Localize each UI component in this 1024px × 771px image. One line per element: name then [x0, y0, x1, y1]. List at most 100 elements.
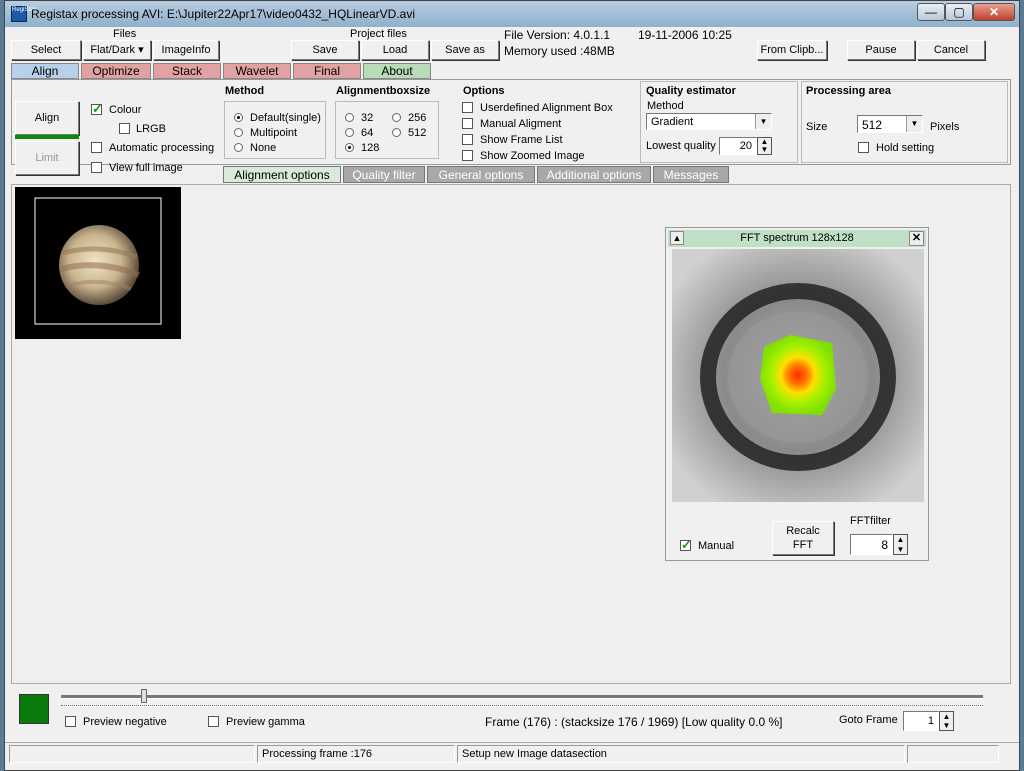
processing-area-title: Processing area [806, 85, 891, 97]
minimize-button[interactable]: — [917, 3, 945, 21]
fft-filter-label: FFTfilter [850, 515, 891, 527]
frame-slider-thumb[interactable] [140, 689, 147, 703]
alignbox-radio-64[interactable] [345, 128, 354, 137]
slider-ticks [61, 705, 983, 707]
lrgb-checkbox[interactable] [119, 123, 130, 134]
main-window: RegiStax Registax processing AVI: E:\Jup… [4, 0, 1020, 771]
subtab-alignment-options[interactable]: Alignment options [223, 166, 341, 183]
alignbox-radio-32[interactable] [345, 113, 354, 122]
automatic-processing-checkbox[interactable] [91, 142, 102, 153]
fft-title-bar[interactable]: ▲ FFT spectrum 128x128 ✕ [668, 230, 926, 247]
method-title: Method [225, 85, 265, 97]
pause-button[interactable]: Pause [847, 40, 915, 60]
alignbox-radio-128[interactable] [345, 143, 354, 152]
window-title: Registax processing AVI: E:\Jupiter22Apr… [31, 7, 415, 21]
size-value: 512 [862, 118, 883, 132]
lowest-quality-spinner[interactable]: ▲ ▼ [757, 137, 772, 155]
alignbox-title: Alignmentboxsize [336, 85, 431, 97]
flatdark-dropdown-button[interactable]: Flat/Dark ▾ [83, 40, 151, 60]
hold-setting-checkbox[interactable] [858, 142, 869, 153]
subtab-additional-options[interactable]: Additional options [537, 166, 651, 183]
tab-stack[interactable]: Stack [153, 63, 221, 79]
tab-optimize[interactable]: Optimize [81, 63, 151, 79]
colour-label: Colour [109, 104, 142, 116]
show-zoomed-image-checkbox[interactable] [462, 150, 473, 161]
method-option-multipoint: Multipoint [250, 127, 298, 139]
files-group-label: Files [113, 28, 137, 40]
quality-method-select[interactable]: Gradient ▼ [646, 113, 772, 130]
tab-align[interactable]: Align [11, 63, 79, 79]
tab-final[interactable]: Final [293, 63, 361, 79]
fft-spectrum-image [672, 249, 924, 502]
goto-frame-input[interactable]: 1 [903, 711, 939, 731]
chevron-down-icon[interactable]: ▼ [906, 116, 922, 132]
imageinfo-button[interactable]: ImageInfo [153, 40, 219, 60]
file-date-text: 19-11-2006 10:25 [638, 28, 732, 42]
alignbox-radio-512[interactable] [392, 128, 401, 137]
userdefined-box-label: Userdefined Alignment Box [480, 102, 613, 114]
from-clipboard-button[interactable]: From Clipb... [757, 40, 827, 60]
select-button[interactable]: Select [11, 40, 81, 60]
fft-filter-spinner[interactable]: ▲ ▼ [893, 534, 908, 555]
limit-button[interactable]: Limit [15, 141, 79, 175]
save-as-button[interactable]: Save as [431, 40, 499, 60]
fft-filter-value: 8 [881, 538, 888, 552]
method-radio-none[interactable] [234, 143, 243, 152]
userdefined-box-checkbox[interactable] [462, 102, 473, 113]
preview-negative-label: Preview negative [83, 716, 167, 728]
fft-title: FFT spectrum 128x128 [740, 232, 854, 244]
method-option-default: Default(single) [250, 112, 321, 124]
options-title: Options [463, 85, 505, 97]
alignbox-option-512: 512 [408, 127, 427, 139]
title-bar[interactable]: RegiStax Registax processing AVI: E:\Jup… [5, 1, 1019, 27]
tab-about[interactable]: About [363, 63, 431, 79]
status-panel-extra [907, 745, 999, 763]
size-select[interactable]: 512 ▼ [857, 115, 923, 133]
frame-slider-track[interactable] [61, 695, 983, 699]
subtab-general-options[interactable]: General options [427, 166, 535, 183]
goto-frame-spinner[interactable]: ▲ ▼ [939, 711, 954, 731]
close-icon[interactable]: ✕ [909, 231, 924, 246]
frame-info-text: Frame (176) : (stacksize 176 / 1969) [Lo… [485, 715, 783, 729]
fft-window: ▲ FFT spectrum 128x128 ✕ ✓ Manual Recalc… [665, 227, 929, 561]
show-frame-list-label: Show Frame List [480, 134, 563, 146]
view-full-image-label: View full image [109, 162, 183, 174]
fft-spectrum-svg [672, 249, 924, 502]
method-radio-default[interactable] [234, 113, 243, 122]
preview-negative-checkbox[interactable] [65, 716, 76, 727]
status-panel-empty [9, 745, 255, 763]
manual-alignment-checkbox[interactable] [462, 118, 473, 129]
maximize-button[interactable]: ▢ [945, 3, 973, 21]
alignbox-radio-256[interactable] [392, 113, 401, 122]
recalc-fft-button[interactable]: Recalc FFT [772, 521, 834, 555]
preview-gamma-checkbox[interactable] [208, 716, 219, 727]
quality-method-value: Gradient [651, 116, 694, 128]
method-radio-multipoint[interactable] [234, 128, 243, 137]
manual-alignment-label: Manual Aligment [480, 118, 562, 130]
fft-filter-input[interactable]: 8 [850, 534, 893, 555]
align-button[interactable]: Align [15, 101, 79, 135]
alignbox-option-64: 64 [361, 127, 374, 139]
alignbox-option-32: 32 [361, 112, 374, 124]
manual-checkbox[interactable]: ✓ [680, 537, 692, 552]
view-full-image-checkbox[interactable] [91, 162, 102, 173]
save-button[interactable]: Save [291, 40, 359, 60]
status-panel-processing: Processing frame :176 [257, 745, 455, 763]
subtab-messages[interactable]: Messages [653, 166, 729, 183]
lrgb-label: LRGB [136, 123, 166, 135]
load-button[interactable]: Load [361, 40, 429, 60]
manual-label: Manual [698, 540, 735, 552]
show-frame-list-checkbox[interactable] [462, 134, 473, 145]
cancel-button[interactable]: Cancel [917, 40, 985, 60]
subtab-quality-filter[interactable]: Quality filter [343, 166, 425, 183]
image-preview[interactable] [15, 187, 181, 339]
goto-frame-value: 1 [927, 715, 934, 727]
memory-used-text: Memory used :48MB [504, 44, 615, 58]
close-button[interactable]: ✕ [973, 3, 1015, 21]
colour-checkbox[interactable]: ✓ [91, 101, 103, 116]
tab-wavelet[interactable]: Wavelet [223, 63, 291, 79]
chevron-down-icon[interactable]: ▼ [755, 114, 771, 129]
automatic-processing-label: Automatic processing [109, 142, 215, 154]
lowest-quality-input[interactable]: 20 [719, 137, 757, 155]
size-label: Size [806, 121, 828, 133]
